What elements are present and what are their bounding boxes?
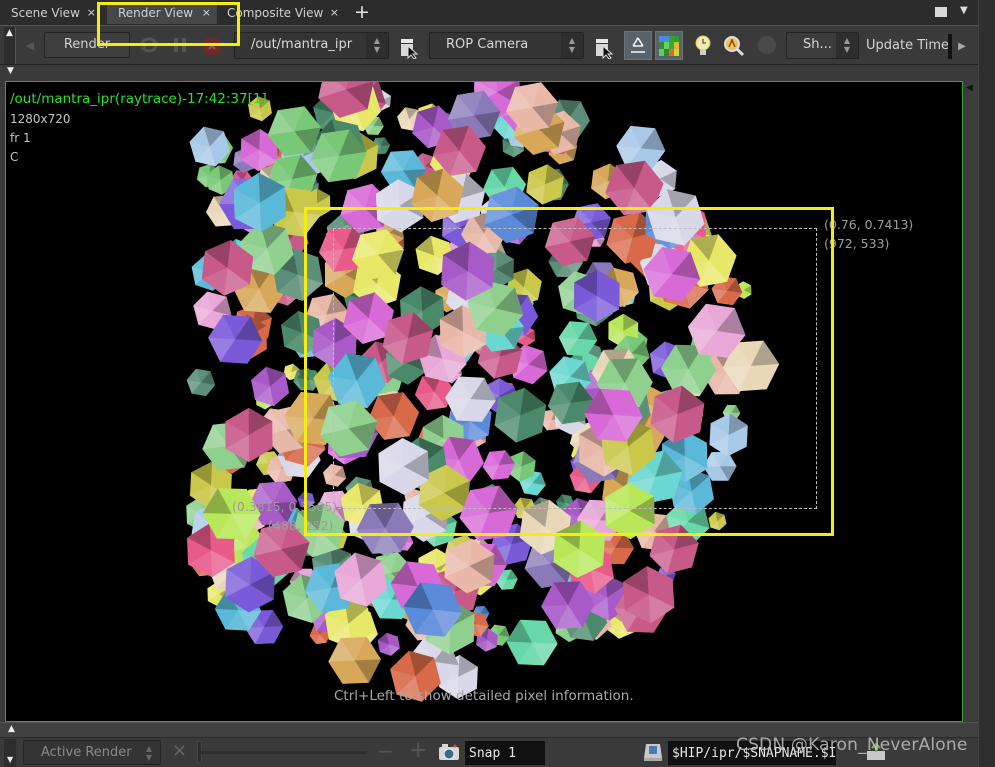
toolbar-second-strip (0, 64, 978, 80)
shading-value: Sh... (803, 37, 832, 52)
recycle-toggle[interactable] (624, 31, 652, 60)
tab-label: Composite View (227, 6, 324, 20)
zoom-out-icon[interactable]: − (377, 739, 394, 763)
expand-down-icon[interactable]: ▼ (7, 755, 13, 764)
sphere-preview-icon[interactable] (756, 34, 778, 56)
tab-label: Scene View (11, 6, 80, 20)
adjacent-pane-edge (978, 0, 995, 767)
highlight-render-region (304, 207, 834, 536)
bucket-preview-icon (659, 35, 679, 56)
watermark: CSDN @Karon_NeverAlone (736, 735, 968, 755)
add-tab-icon[interactable]: + (354, 1, 370, 23)
left-arrow-icon[interactable]: ◀ (24, 37, 36, 53)
recycle-icon (631, 36, 645, 53)
pixel-info-hint: Ctrl+Left to show detailed pixel informa… (334, 688, 634, 704)
delete-snapshot-icon[interactable]: × (172, 740, 187, 761)
snapshot-mode-select[interactable]: Active Render ▲ ▼ (23, 740, 161, 765)
close-icon[interactable]: × (330, 2, 339, 24)
polyhedron-54 (377, 632, 400, 656)
pick-rop-icon[interactable] (398, 36, 420, 60)
polyhedron-295 (506, 619, 558, 666)
snapshot-slider-track[interactable] (200, 751, 367, 754)
rop-path-value: /out/mantra_ipr (251, 37, 353, 52)
update-time-label: Update Time (866, 38, 950, 53)
snapshot-mode-value: Active Render (41, 745, 132, 760)
collapse-down-icon[interactable]: ▼ (7, 66, 14, 76)
polyhedron-182 (251, 366, 290, 407)
highlight-render-view-tab (97, 2, 240, 46)
polyhedron-308 (328, 637, 381, 684)
spinner-icon[interactable]: ▲ ▼ (561, 33, 583, 58)
camera-select[interactable]: ROP Camera ▲ ▼ (429, 32, 584, 59)
spinner-icon[interactable]: ▲ ▼ (138, 741, 160, 764)
right-arrow-icon[interactable]: ▶ (956, 38, 968, 54)
rop-path-select[interactable]: /out/mantra_ipr ▲ ▼ (234, 32, 389, 59)
snapshot-name-input[interactable]: Snap 1 (465, 741, 545, 765)
zoom-in-icon[interactable]: + (409, 738, 427, 763)
camera-snapshot-icon[interactable] (437, 741, 461, 763)
render-view-pane: Scene View × Render View × Composite Vie… (0, 0, 995, 767)
viewport-right-scrollbar[interactable]: ◀ (963, 81, 978, 722)
camera-value: ROP Camera (446, 37, 529, 52)
inspect-icon[interactable] (722, 33, 746, 59)
save-snapshot-icon[interactable] (641, 741, 665, 763)
shading-select[interactable]: Sh... ▲ ▼ (786, 32, 859, 59)
spinner-icon[interactable]: ▲ ▼ (836, 33, 858, 58)
bucket-preview-toggle[interactable] (655, 31, 683, 60)
region-top-right-uv: (0.76, 0.7413) (824, 217, 914, 232)
render-title: /out/mantra_ipr(raytrace)-17:42:37[1] (10, 91, 267, 107)
pick-camera-icon[interactable] (593, 36, 615, 60)
resolution-label: 1280x720 (10, 112, 71, 126)
tab-scene-view[interactable]: Scene View × (0, 2, 102, 24)
polyhedron-101 (186, 368, 216, 397)
pane-menu-icon[interactable]: ▼ (960, 5, 968, 16)
expand-up-icon[interactable]: ▲ (8, 724, 15, 734)
spinner-icon[interactable]: ▲ ▼ (366, 33, 388, 58)
channel-label: C (10, 150, 19, 164)
maximize-pane-icon[interactable] (935, 7, 947, 17)
update-time-slider[interactable] (948, 34, 952, 59)
scroll-left-icon[interactable]: ◀ (966, 83, 973, 93)
close-icon[interactable]: × (87, 2, 96, 24)
render-region-timer-icon[interactable] (693, 33, 713, 59)
collapse-up-icon[interactable]: ▲ (6, 28, 13, 38)
frame-label: fr 1 (10, 131, 31, 145)
